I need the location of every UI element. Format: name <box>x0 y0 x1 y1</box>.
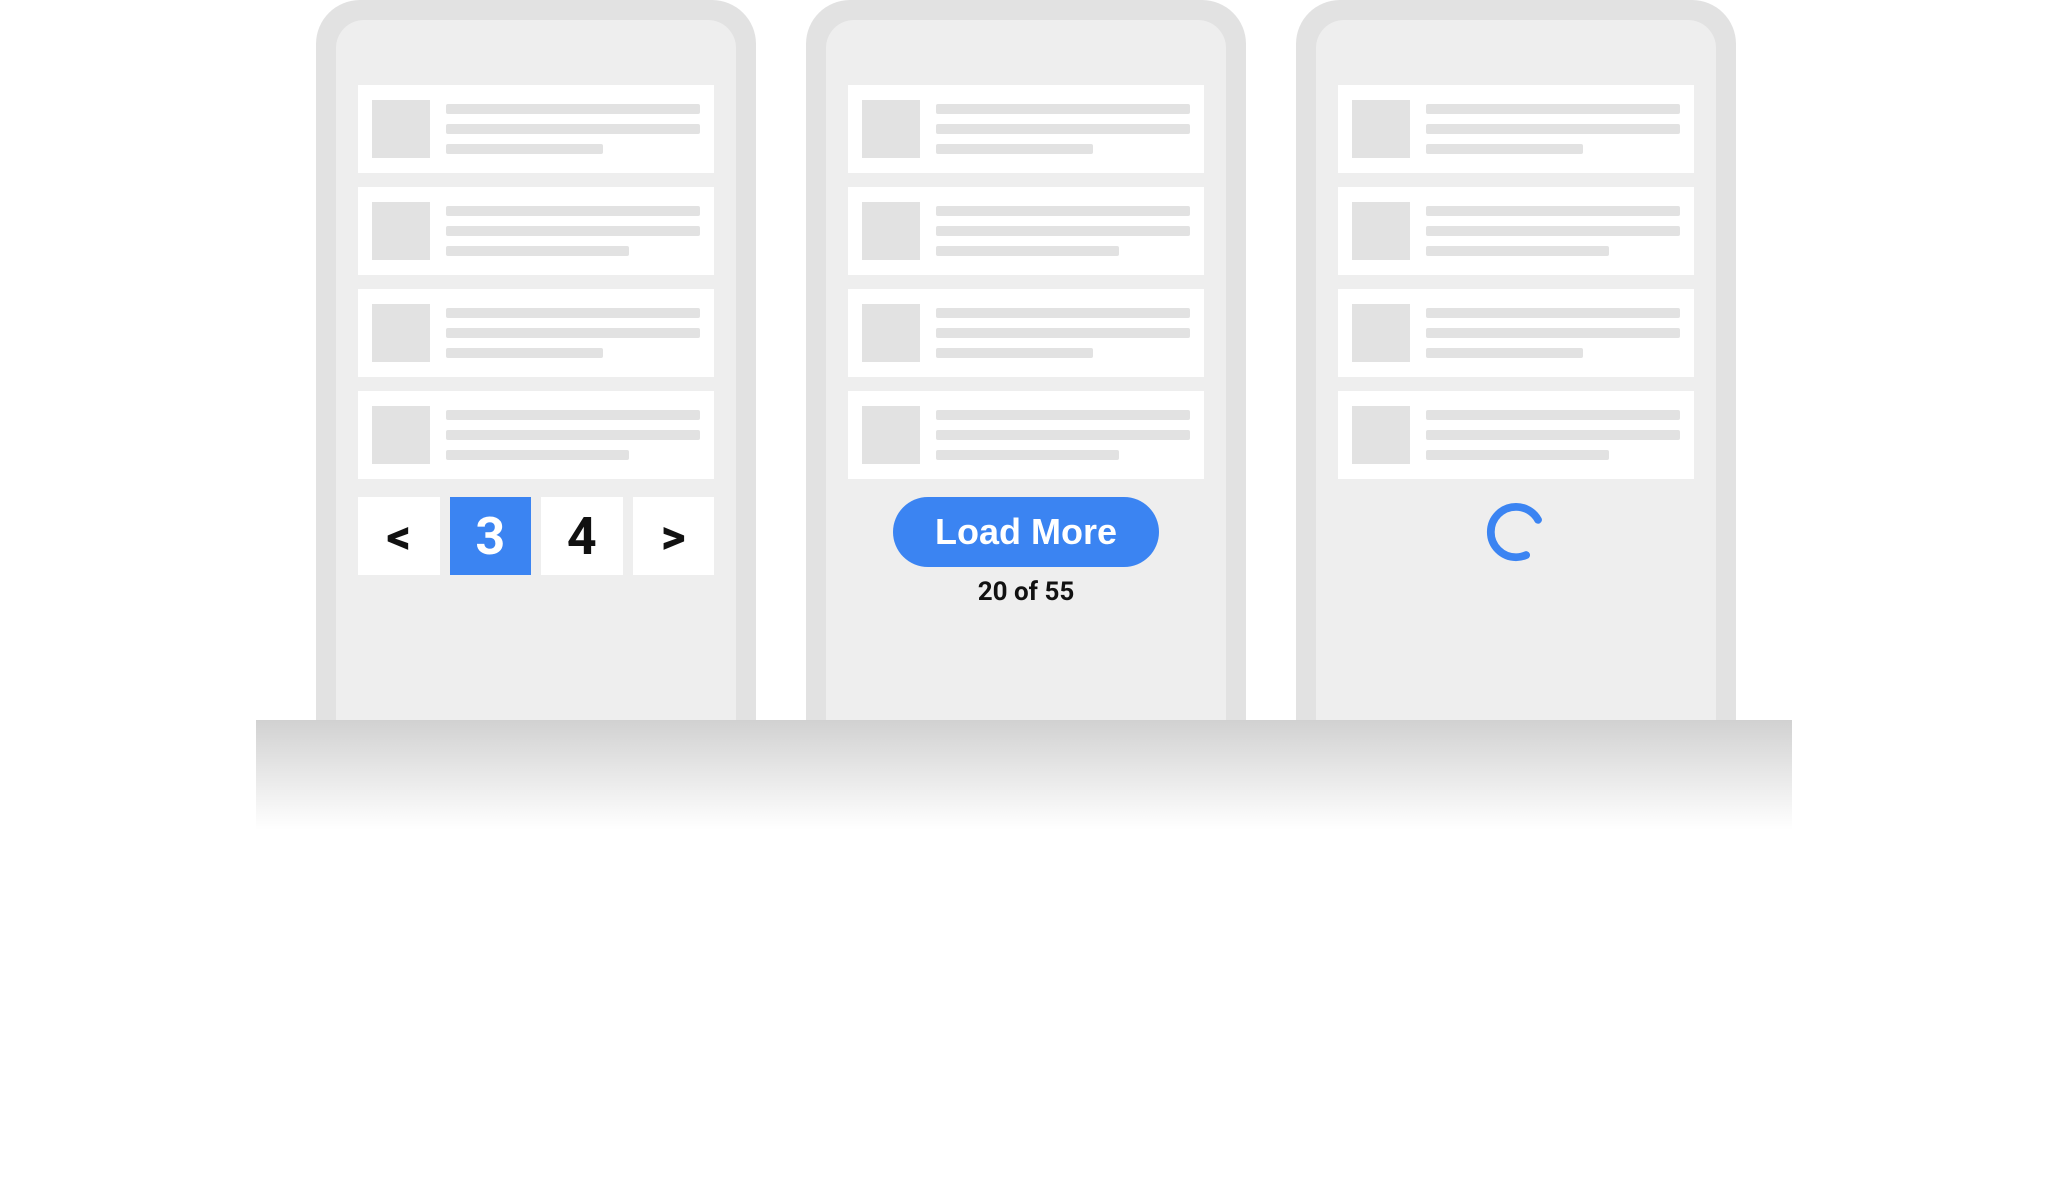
text-placeholder <box>936 430 1190 440</box>
loadmore-section: Load More 20 of 55 <box>848 497 1204 607</box>
text-placeholder <box>936 348 1093 358</box>
list-item <box>848 187 1204 275</box>
text-placeholder <box>1426 430 1680 440</box>
text-placeholder <box>446 144 603 154</box>
loading-spinner-icon <box>1485 501 1547 563</box>
text-placeholder <box>446 104 700 114</box>
list-item <box>848 85 1204 173</box>
thumbnail-placeholder <box>1352 100 1410 158</box>
floor-shadow <box>256 720 1792 830</box>
thumbnail-placeholder <box>372 100 430 158</box>
device-screen: < 3 4 > <box>336 20 736 720</box>
thumbnail-placeholder <box>372 406 430 464</box>
text-placeholder <box>446 308 700 318</box>
device-screen <box>1316 20 1716 720</box>
thumbnail-placeholder <box>372 202 430 260</box>
text-placeholder <box>1426 104 1680 114</box>
text-placeholder <box>1426 450 1609 460</box>
list-item <box>358 391 714 479</box>
text-placeholder <box>1426 206 1680 216</box>
pagination-next-button[interactable]: > <box>633 497 715 575</box>
text-placeholder <box>1426 410 1680 420</box>
result-list <box>358 85 714 479</box>
thumbnail-placeholder <box>372 304 430 362</box>
thumbnail-placeholder <box>862 304 920 362</box>
text-placeholder <box>936 144 1093 154</box>
text-placeholder <box>446 410 700 420</box>
text-placeholder <box>1426 246 1609 256</box>
thumbnail-placeholder <box>862 202 920 260</box>
text-placeholder <box>936 450 1119 460</box>
text-placeholder <box>936 226 1190 236</box>
list-item <box>358 289 714 377</box>
text-placeholder <box>1426 308 1680 318</box>
result-list <box>848 85 1204 479</box>
thumbnail-placeholder <box>1352 202 1410 260</box>
thumbnail-placeholder <box>862 100 920 158</box>
text-placeholder <box>446 206 700 216</box>
list-item <box>848 391 1204 479</box>
thumbnail-placeholder <box>862 406 920 464</box>
list-item <box>1338 187 1694 275</box>
text-placeholder <box>446 226 700 236</box>
text-placeholder <box>446 430 700 440</box>
text-placeholder <box>936 206 1190 216</box>
list-item <box>358 187 714 275</box>
device-infinite <box>1296 0 1736 720</box>
device-pagination: < 3 4 > <box>316 0 756 720</box>
pagination-bar: < 3 4 > <box>358 497 714 575</box>
text-placeholder <box>936 410 1190 420</box>
text-placeholder <box>936 124 1190 134</box>
text-placeholder <box>1426 124 1680 134</box>
pagination-page-4[interactable]: 4 <box>541 497 623 575</box>
list-item <box>1338 289 1694 377</box>
text-placeholder <box>936 104 1190 114</box>
text-placeholder <box>1426 144 1583 154</box>
list-item <box>848 289 1204 377</box>
text-placeholder <box>446 124 700 134</box>
pagination-page-3[interactable]: 3 <box>450 497 532 575</box>
text-placeholder <box>1426 328 1680 338</box>
infinite-scroll-indicator <box>1338 501 1694 563</box>
text-placeholder <box>446 450 629 460</box>
load-more-button[interactable]: Load More <box>893 497 1159 567</box>
text-placeholder <box>1426 226 1680 236</box>
thumbnail-placeholder <box>1352 304 1410 362</box>
device-screen: Load More 20 of 55 <box>826 20 1226 720</box>
pagination-prev-button[interactable]: < <box>358 497 440 575</box>
text-placeholder <box>936 246 1119 256</box>
text-placeholder <box>1426 348 1583 358</box>
list-item <box>358 85 714 173</box>
thumbnail-placeholder <box>1352 406 1410 464</box>
text-placeholder <box>936 328 1190 338</box>
text-placeholder <box>446 328 700 338</box>
list-item <box>1338 85 1694 173</box>
text-placeholder <box>936 308 1190 318</box>
text-placeholder <box>446 246 629 256</box>
text-placeholder <box>446 348 603 358</box>
loadmore-count-text: 20 of 55 <box>978 577 1075 607</box>
list-item <box>1338 391 1694 479</box>
result-list <box>1338 85 1694 479</box>
diagram-stage: < 3 4 > <box>256 0 1792 887</box>
device-loadmore: Load More 20 of 55 <box>806 0 1246 720</box>
